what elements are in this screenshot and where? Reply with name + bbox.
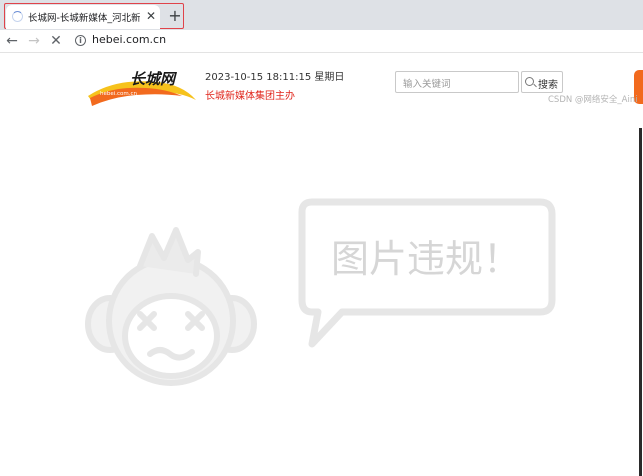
violation-message: 图片违规！ [331, 237, 521, 281]
monkey-illustration [85, 227, 257, 386]
new-tab-button[interactable]: + [166, 7, 184, 25]
logo-domain: hebei.com.cn [100, 91, 138, 97]
search-icon [525, 77, 534, 86]
arrow-left-icon[interactable]: ← [3, 32, 21, 50]
scrollbar-edge [639, 128, 642, 476]
search-button[interactable]: 搜索 [521, 71, 563, 93]
tab-title: 长城网-长城新媒体_河北新闻网 [28, 13, 140, 24]
search-button-label: 搜索 [538, 80, 558, 91]
info-icon[interactable]: i [75, 35, 86, 46]
address-bar[interactable]: hebei.com.cn [92, 33, 166, 46]
close-icon[interactable]: ✕ [144, 8, 158, 24]
arrow-right-icon[interactable]: → [25, 32, 43, 50]
browser-tab[interactable]: 长城网-长城新媒体_河北新闻网 ✕ [6, 5, 160, 29]
slogan: 长城新媒体集团主办 [205, 91, 295, 102]
datetime: 2023-10-15 18:11:15 星期日 [205, 72, 345, 83]
watermark: CSDN @网络安全_Aini [548, 95, 638, 105]
browser-toolbar: ← → ✕ i hebei.com.cn [0, 30, 643, 53]
loading-spinner-icon [12, 11, 23, 22]
speech-bubble: 图片违规！ [298, 198, 556, 348]
tab-strip: 长城网-长城新媒体_河北新闻网 ✕ + [0, 0, 643, 30]
site-logo[interactable]: 长城网 hebei.com.cn [86, 66, 198, 106]
logo-name: 长城网 [130, 70, 178, 88]
search-input[interactable]: 输入关键词 [395, 71, 519, 93]
stop-loading-button[interactable]: ✕ [47, 32, 65, 50]
image-violation-placeholder: 图片违规！ [85, 198, 556, 386]
